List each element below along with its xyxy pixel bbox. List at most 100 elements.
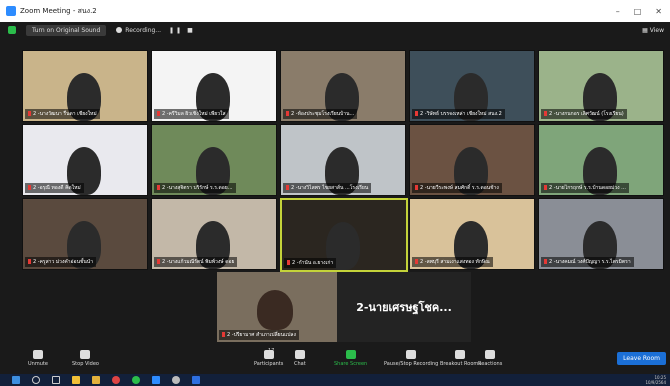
participant-tile[interactable]: 2 -นางกนกอร เลิศวัฒน์ (โรงเรียน): [538, 50, 664, 122]
minimize-icon[interactable]: –: [616, 7, 620, 16]
muted-mic-icon: [286, 185, 289, 190]
tile-label: 2 -นางคมณ์ วงศ์ปัญญา ร.ร.ไตรมิตรา: [541, 257, 634, 267]
participant-tile[interactable]: 2 -วิษัทธ์ บรรจงเหล่า เชียงใหม่ สนง.2: [409, 50, 535, 122]
participant-tile[interactable]: 2 -อรุณี ทองดี คิดใหม่: [22, 124, 148, 196]
windows-taskbar: 10:25 10/9/2564: [0, 374, 670, 386]
system-clock[interactable]: 10:25 10/9/2564: [645, 375, 666, 385]
control-label: Participants: [254, 361, 284, 367]
settings-icon[interactable]: [172, 376, 180, 384]
window-title: Zoom Meeting - สนง.2: [20, 6, 97, 15]
muted-mic-icon: [544, 111, 547, 116]
zoom-icon: [6, 6, 16, 16]
participant-tile[interactable]: 2 -นายไกรฤกษ์ ร.ร.บ้านดอยม่วง ...: [538, 124, 664, 196]
muted-mic-icon: [544, 259, 547, 264]
control-label: Unmute: [28, 361, 48, 367]
tile-name: 2 -นางวัฒนา รื่นดา เชียงใหม่: [33, 111, 97, 117]
tile-label: 2 -ห้องประชุมโรงเรียนบ้าน...: [283, 109, 358, 119]
stop-video-button[interactable]: Stop Video: [72, 350, 99, 367]
control-label: Pause/Stop Recording: [384, 361, 439, 367]
tile-name: 2 -นางวิไลพร ไชยสาส์น ...โรงเรียน: [291, 185, 369, 191]
tile-label: 2 -นางวิไลพร ไชยสาส์น ...โรงเรียน: [283, 183, 372, 193]
participants-button[interactable]: Participants 17: [254, 348, 284, 367]
tile-label: 2 -ครูสาว ม่วงคำอ่อนชั้นนำ: [25, 257, 97, 267]
reactions-icon: [485, 350, 496, 359]
control-label: Breakout Rooms: [440, 361, 481, 367]
pause-recording-button[interactable]: ❚❚ ■: [169, 27, 195, 34]
tile-name: 2 -วิษัทธ์ บรรจงเหล่า เชียงใหม่ สนง.2: [420, 111, 502, 117]
shield-icon[interactable]: [8, 26, 16, 34]
participant-tile[interactable]: 2 -กำนัน อ.ยางเก่า: [280, 198, 408, 272]
file-explorer-icon[interactable]: [92, 376, 100, 384]
participant-tile[interactable]: 2 -นางวิไลพร ไชยสาส์น ...โรงเรียน: [280, 124, 406, 196]
tile-name: 2 -กำนัน อ.ยางเก่า: [292, 260, 334, 266]
participant-tile[interactable]: 2 -นางคมณ์ วงศ์ปัญญา ร.ร.ไตรมิตรา: [538, 198, 664, 270]
tile-label: 2 -ปรียามาศ สำเภาเปลี่ยนแปลง: [219, 330, 299, 340]
tile-label: 2 -ลพบุรี สามเงาแสงทอง ทักษิณ: [412, 257, 493, 267]
view-button[interactable]: ▦ View: [642, 27, 664, 34]
pause-stop-recording-button[interactable]: Pause/Stop Recording: [384, 350, 438, 367]
breakout-rooms-icon: [455, 350, 466, 359]
muted-mic-icon: [415, 259, 418, 264]
tile-name: 2 -ครูสาว ม่วงคำอ่อนชั้นนำ: [33, 259, 94, 265]
tile-label: 2 -ครีวิมล ผิวเชิงใหม่ เพียวใส: [154, 109, 229, 119]
tile-name: 2 -นางสุจิตรา บริรักษ์ ร.ร.ดอย...: [162, 185, 233, 191]
line-icon[interactable]: [132, 376, 140, 384]
name-only-tile[interactable]: 2-นายเศรษฐโชค...: [337, 272, 471, 342]
share-screen-icon: [345, 350, 356, 359]
app-icon[interactable]: [192, 376, 200, 384]
muted-mic-icon: [415, 185, 418, 190]
participant-tile[interactable]: 2 -ลพบุรี สามเงาแสงทอง ทักษิณ: [409, 198, 535, 270]
muted-mic-icon: [28, 111, 31, 116]
breakout-rooms-button[interactable]: Breakout Rooms: [440, 350, 481, 367]
control-label: Stop Video: [72, 361, 99, 367]
muted-mic-icon: [157, 111, 160, 116]
participant-tile[interactable]: 2 -นางแก้วมณีรัตน์ พิมพ์วงษ์ ดอย: [151, 198, 277, 270]
tile-name: 2 -ลพบุรี สามเงาแสงทอง ทักษิณ: [420, 259, 490, 265]
control-label: Chat: [294, 361, 306, 367]
windows-start-icon[interactable]: [12, 376, 20, 384]
stop-video-icon: [80, 350, 91, 359]
maximize-icon[interactable]: □: [634, 7, 642, 16]
tile-label: 2 -นางวัฒนา รื่นดา เชียงใหม่: [25, 109, 100, 119]
tile-label: 2 -กำนัน อ.ยางเก่า: [284, 258, 337, 268]
chat-button[interactable]: Chat: [294, 350, 306, 367]
chat-icon: [294, 350, 305, 359]
participant-display-name: 2-นายเศรษฐโชค...: [356, 301, 452, 314]
video-grid: 2 -นางวัฒนา รื่นดา เชียงใหม่ 2 -ครีวิมล ผ…: [0, 0, 670, 272]
close-icon[interactable]: ✕: [655, 7, 662, 16]
tile-label: 2 -อรุณี ทองดี คิดใหม่: [25, 183, 84, 193]
view-label: View: [649, 26, 664, 34]
participant-tile[interactable]: 2 -นายวีระพงษ์ สมศักดิ์ ร.ร.ดอนช้าง: [409, 124, 535, 196]
participant-figure: [257, 290, 293, 330]
tile-label: 2 -วิษัทธ์ บรรจงเหล่า เชียงใหม่ สนง.2: [412, 109, 505, 119]
tile-name: 2 -ปรียามาศ สำเภาเปลี่ยนแปลง: [227, 332, 296, 338]
edge-icon[interactable]: [72, 376, 80, 384]
participant-tile[interactable]: 2 -นางสุจิตรา บริรักษ์ ร.ร.ดอย...: [151, 124, 277, 196]
chrome-icon[interactable]: [112, 376, 120, 384]
reactions-button[interactable]: Reactions: [478, 350, 502, 367]
participant-tile[interactable]: 2 -ครูสาว ม่วงคำอ่อนชั้นนำ: [22, 198, 148, 270]
muted-mic-icon: [157, 185, 160, 190]
share-screen-button[interactable]: Share Screen: [334, 350, 367, 367]
participant-tile-bottom[interactable]: 2 -ปรียามาศ สำเภาเปลี่ยนแปลง: [217, 272, 337, 342]
task-view-icon[interactable]: [52, 376, 60, 384]
tile-label: 2 -นางแก้วมณีรัตน์ พิมพ์วงษ์ ดอย: [154, 257, 238, 267]
search-icon[interactable]: [32, 376, 40, 384]
tile-name: 2 -ครีวิมล ผิวเชิงใหม่ เพียวใส: [162, 111, 226, 117]
zoom-taskbar-icon[interactable]: [152, 376, 160, 384]
recording-indicator: Recording...: [116, 27, 161, 34]
participant-count: 17: [268, 348, 275, 354]
recording-label: Recording...: [125, 26, 162, 34]
participant-tile[interactable]: 2 -ห้องประชุมโรงเรียนบ้าน...: [280, 50, 406, 122]
muted-mic-icon: [157, 259, 160, 264]
tile-label: 2 -นายไกรฤกษ์ ร.ร.บ้านดอยม่วง ...: [541, 183, 629, 193]
unmute-button[interactable]: Unmute: [28, 350, 48, 367]
tile-label: 2 -นางสุจิตรา บริรักษ์ ร.ร.ดอย...: [154, 183, 236, 193]
muted-mic-icon: [28, 259, 31, 264]
clock-date: 10/9/2564: [645, 380, 666, 385]
leave-room-button[interactable]: Leave Room: [617, 352, 666, 365]
control-label: Share Screen: [334, 361, 368, 367]
participant-tile[interactable]: 2 -ครีวิมล ผิวเชิงใหม่ เพียวใส: [151, 50, 277, 122]
participant-tile[interactable]: 2 -นางวัฒนา รื่นดา เชียงใหม่: [22, 50, 148, 122]
original-sound-button[interactable]: Turn on Original Sound: [26, 24, 107, 36]
